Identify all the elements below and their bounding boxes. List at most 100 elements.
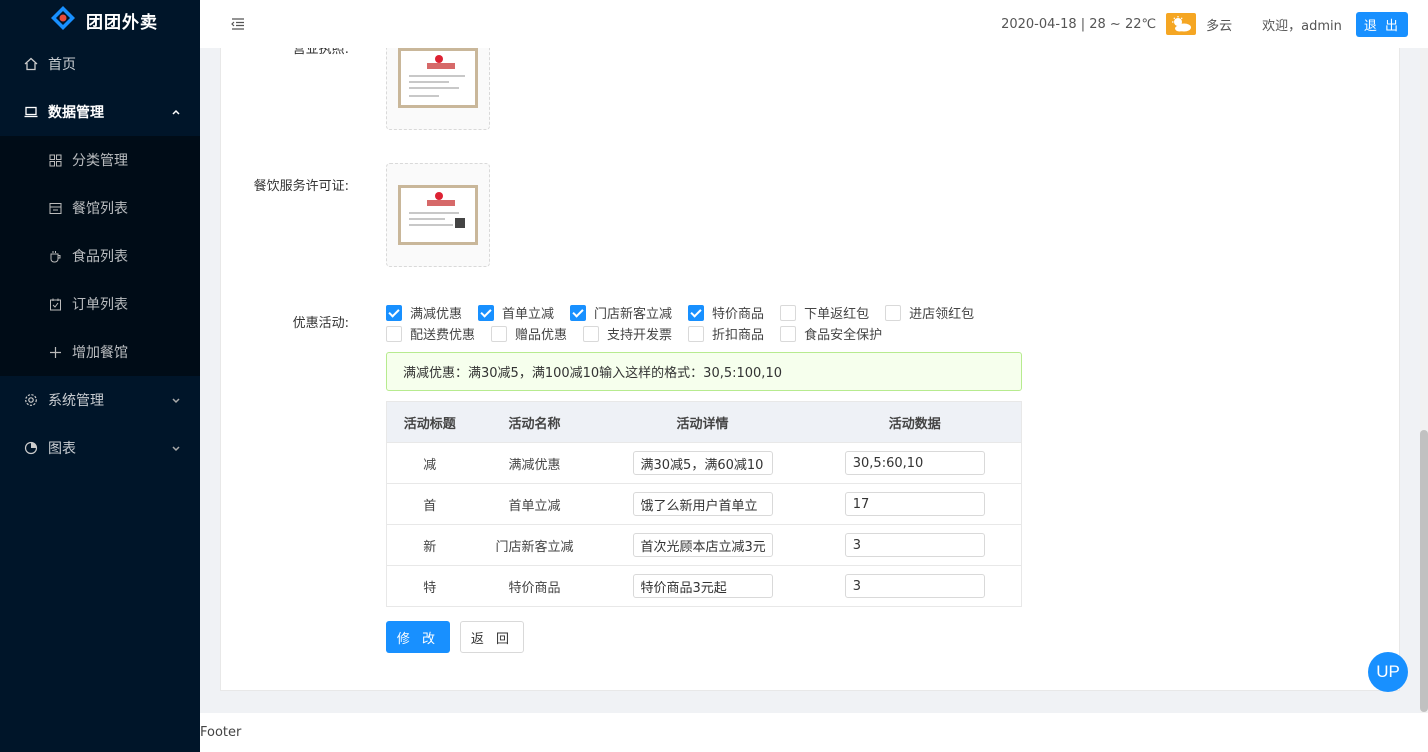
table-row: 特 特价商品 <box>386 565 1022 607</box>
checkbox-unchecked[interactable] <box>491 325 508 342</box>
table-row: 减 满减优惠 <box>386 442 1022 484</box>
sidebar-item-label: 增加餐馆 <box>72 345 128 361</box>
table-row: 首 首单立减 <box>386 483 1022 525</box>
checkbox-unchecked[interactable] <box>583 325 600 342</box>
business-license-label: 营业执照: <box>292 48 349 57</box>
sidebar-item-label: 数据管理 <box>48 105 104 121</box>
checkbox-checked[interactable] <box>478 304 495 321</box>
detail-input[interactable] <box>632 574 773 598</box>
logo-icon <box>51 6 75 30</box>
checkbox-first-order[interactable]: 首单立减 <box>478 303 554 322</box>
back-button[interactable]: 返 回 <box>460 621 524 653</box>
menu-fold-icon[interactable] <box>230 16 246 32</box>
checkbox-special-price[interactable]: 特价商品 <box>688 303 764 322</box>
sidebar-item-order-list[interactable]: 订单列表 <box>0 280 200 328</box>
sidebar-item-data-management[interactable]: 数据管理 <box>0 88 200 136</box>
data-input[interactable] <box>844 533 985 557</box>
checkbox-label: 进店领红包 <box>909 307 975 322</box>
data-input[interactable] <box>844 574 985 598</box>
checkbox-order-red-packet[interactable]: 下单返红包 <box>780 303 869 322</box>
sidebar-item-add-restaurant[interactable]: 增加餐馆 <box>0 328 200 376</box>
checkbox-label: 配送费优惠 <box>410 328 476 343</box>
cup-icon <box>48 249 62 263</box>
catering-license-image <box>398 185 478 245</box>
sidebar-item-home[interactable]: 首页 <box>0 40 200 88</box>
sidebar-item-category[interactable]: 分类管理 <box>0 136 200 184</box>
logout-button[interactable]: 退 出 <box>1355 11 1408 37</box>
table-cell: 新 <box>386 524 473 566</box>
chevron-down-icon <box>172 446 180 452</box>
sidebar-item-label: 图表 <box>48 441 76 457</box>
checkbox-unchecked[interactable] <box>780 304 797 321</box>
sidebar-item-label: 首页 <box>48 57 76 73</box>
checkbox-unchecked[interactable] <box>386 325 402 342</box>
table-cell <box>808 565 1022 607</box>
data-input[interactable] <box>844 451 985 475</box>
submit-button[interactable]: 修 改 <box>386 621 450 653</box>
checkbox-unchecked[interactable] <box>885 304 902 321</box>
table-header-row: 活动标题 活动名称 活动详情 活动数据 <box>386 401 1022 443</box>
table-cell <box>596 442 809 484</box>
checkbox-checked[interactable] <box>688 304 705 321</box>
checkbox-label: 特价商品 <box>712 307 765 322</box>
table-cell: 首单立减 <box>472 483 597 525</box>
table-cell <box>596 565 809 607</box>
table-cell: 减 <box>386 442 473 484</box>
sidebar-item-food-list[interactable]: 食品列表 <box>0 232 200 280</box>
table-cell <box>808 524 1022 566</box>
checkbox-store-red-packet[interactable]: 进店领红包 <box>885 303 974 322</box>
scrollbar-thumb[interactable] <box>1420 430 1428 712</box>
sidebar-item-charts[interactable]: 图表 <box>0 424 200 472</box>
business-license-upload[interactable] <box>386 48 490 130</box>
detail-input[interactable] <box>632 492 773 516</box>
checkbox-unchecked[interactable] <box>688 325 705 342</box>
sidebar-item-label: 分类管理 <box>72 153 128 169</box>
activities-label: 优惠活动: <box>292 316 349 331</box>
checkbox-checked[interactable] <box>570 304 587 321</box>
sidebar-item-restaurant-list[interactable]: 餐馆列表 <box>0 184 200 232</box>
info-alert: 满减优惠：满30减5，满100减10输入这样的格式：30,5:100,10 <box>386 352 1022 391</box>
checkbox-row: 配送费优惠 赠品优惠 支持开发票 折扣商品 食品安全保护 <box>386 323 1036 344</box>
checkbox-label: 满减优惠 <box>410 307 463 322</box>
checkbox-delivery-discount[interactable]: 配送费优惠 <box>386 324 475 343</box>
logo[interactable]: 团团外卖 <box>0 0 200 40</box>
pie-chart-icon <box>24 441 38 455</box>
sidebar-item-system-management[interactable]: 系统管理 <box>0 376 200 424</box>
checkbox-discount-goods[interactable]: 折扣商品 <box>688 324 764 343</box>
checkbox-unchecked[interactable] <box>780 325 797 342</box>
submenu-data-management: 分类管理 餐馆列表 食品列表 订单列表 增加餐馆 <box>0 136 200 376</box>
catering-license-upload[interactable] <box>386 163 490 267</box>
checkbox-checked[interactable] <box>386 304 402 321</box>
table-header-cell: 活动数据 <box>808 401 1022 443</box>
checkbox-food-safety[interactable]: 食品安全保护 <box>780 324 882 343</box>
sidebar-item-label: 订单列表 <box>72 297 128 313</box>
detail-input[interactable] <box>632 533 773 557</box>
weather-cloudy-icon <box>1166 13 1197 35</box>
back-to-top-button[interactable]: UP <box>1368 652 1408 692</box>
table-cell: 首 <box>386 483 473 525</box>
store-icon <box>48 201 62 215</box>
activities-checkbox-group: 满减优惠 首单立减 门店新客立减 特价商品 下单返红包 进店领红包 配送费优惠 … <box>386 302 1036 344</box>
date-weather-text: 2020-04-18 | 28 ~ 22℃ <box>1001 16 1157 32</box>
grid-icon <box>48 153 62 167</box>
checkbox-full-reduction[interactable]: 满减优惠 <box>386 303 462 322</box>
table-row: 新 门店新客立减 <box>386 524 1022 566</box>
table-cell <box>596 483 809 525</box>
table-cell: 门店新客立减 <box>472 524 597 566</box>
calendar-icon <box>48 297 62 311</box>
table-header-cell: 活动名称 <box>472 401 597 443</box>
content-card: 营业执照: 餐饮服务许可证: 优惠活动: 满减优惠 首单立减 门店新客立减 特价… <box>220 48 1400 691</box>
checkbox-new-customer[interactable]: 门店新客立减 <box>570 303 672 322</box>
table-cell: 特价商品 <box>472 565 597 607</box>
footer-text: Footer <box>200 725 242 740</box>
table-cell <box>808 442 1022 484</box>
checkbox-label: 下单返红包 <box>804 307 870 322</box>
sidebar-item-label: 餐馆列表 <box>72 201 128 217</box>
header: 2020-04-18 | 28 ~ 22℃ 多云 欢迎，admin 退 出 <box>200 0 1428 48</box>
checkbox-gift[interactable]: 赠品优惠 <box>491 324 567 343</box>
data-input[interactable] <box>844 492 985 516</box>
checkbox-invoice[interactable]: 支持开发票 <box>583 324 672 343</box>
table-cell: 特 <box>386 565 473 607</box>
table-header-cell: 活动标题 <box>386 401 473 443</box>
detail-input[interactable] <box>632 451 773 475</box>
